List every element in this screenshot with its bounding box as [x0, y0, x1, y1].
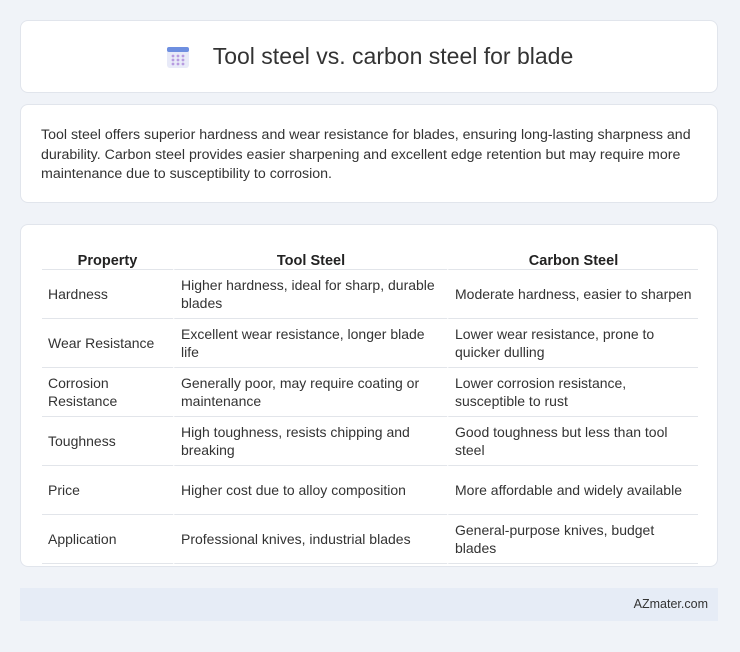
- cell-carbon-steel: Lower corrosion resistance, susceptible …: [447, 368, 698, 417]
- table-header-row: Property Tool Steel Carbon Steel: [42, 245, 698, 270]
- title-card: Tool steel vs. carbon steel for blade: [20, 20, 718, 93]
- cell-property: Price: [42, 466, 173, 515]
- table-row: Toughness High toughness, resists chippin…: [42, 417, 698, 466]
- table-row: Price Higher cost due to alloy compositio…: [42, 466, 698, 515]
- cell-tool-steel: Higher cost due to alloy composition: [173, 466, 447, 515]
- cell-carbon-steel: Good toughness but less than tool steel: [447, 417, 698, 466]
- footer-brand: AZmater.com: [633, 597, 708, 611]
- summary-text: Tool steel offers superior hardness and …: [41, 127, 691, 182]
- cell-tool-steel: Professional knives, industrial blades: [173, 515, 447, 564]
- table-row: Corrosion Resistance Generally poor, may …: [42, 368, 698, 417]
- cell-property: Application: [42, 515, 173, 564]
- page-title: Tool steel vs. carbon steel for blade: [212, 43, 574, 69]
- cell-property: Wear Resistance: [42, 319, 173, 368]
- summary-card: Tool steel offers superior hardness and …: [20, 104, 718, 203]
- header-tool-steel: Tool Steel: [173, 245, 447, 270]
- table-row: Wear Resistance Excellent wear resistance…: [42, 319, 698, 368]
- cell-carbon-steel: More affordable and widely available: [447, 466, 698, 515]
- cell-carbon-steel: Lower wear resistance, prone to quicker …: [447, 319, 698, 368]
- cell-carbon-steel: Moderate hardness, easier to sharpen: [447, 270, 698, 319]
- cell-tool-steel: High toughness, resists chipping and bre…: [173, 417, 447, 466]
- header-carbon-steel: Carbon Steel: [447, 245, 698, 270]
- footer: AZmater.com: [20, 588, 718, 621]
- header-property: Property: [42, 245, 173, 270]
- comparison-table: Property Tool Steel Carbon Steel Hardnes…: [42, 245, 698, 564]
- calendar-icon: [165, 44, 191, 70]
- cell-property: Hardness: [42, 270, 173, 319]
- cell-carbon-steel: General-purpose knives, budget blades: [447, 515, 698, 564]
- cell-property: Corrosion Resistance: [42, 368, 173, 417]
- comparison-table-card: Property Tool Steel Carbon Steel Hardnes…: [20, 224, 718, 567]
- cell-property: Toughness: [42, 417, 173, 466]
- cell-tool-steel: Excellent wear resistance, longer blade …: [173, 319, 447, 368]
- cell-tool-steel: Generally poor, may require coating or m…: [173, 368, 447, 417]
- table-row: Hardness Higher hardness, ideal for sharp…: [42, 270, 698, 319]
- table-row: Application Professional knives, industri…: [42, 515, 698, 564]
- cell-tool-steel: Higher hardness, ideal for sharp, durabl…: [173, 270, 447, 319]
